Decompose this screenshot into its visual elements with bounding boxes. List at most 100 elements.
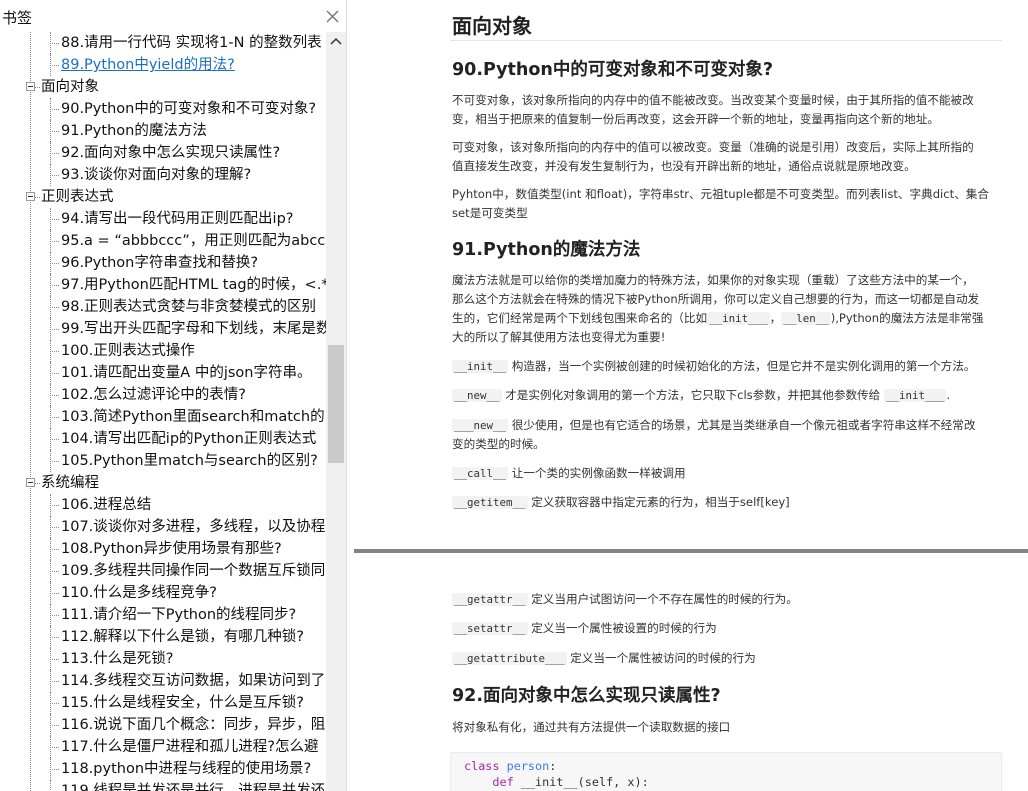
tree-connector [50, 571, 59, 572]
bookmark-item[interactable]: 97.用Python匹配HTML tag的时候，<.*> [0, 274, 326, 296]
bookmark-item[interactable]: 108.Python异步使用场景有那些? [0, 538, 326, 560]
tree-connector [50, 307, 59, 308]
bookmark-item[interactable]: 88.请用一行代码 实现将1-N 的整数列表 [0, 32, 326, 54]
tree-connector [50, 593, 59, 594]
bookmark-label: 93.谈谈你对面向对象的理解? [61, 167, 252, 183]
bookmark-section[interactable]: 面向对象 [0, 76, 326, 98]
bookmark-item[interactable]: 109.多线程共同操作同一个数据互斥锁同 [0, 560, 326, 582]
bookmark-label: 119.线程是并发还是并行，进程是并发还 [61, 783, 326, 791]
collapse-toggle-icon[interactable] [26, 192, 35, 201]
bookmark-item[interactable]: 93.谈谈你对面向对象的理解? [0, 164, 326, 186]
bookmark-label: 97.用Python匹配HTML tag的时候，<.*> [61, 277, 326, 293]
scroll-up-button[interactable] [326, 32, 346, 50]
code-line: class person: [464, 759, 556, 773]
bookmark-label: 117.什么是僵尸进程和孤儿进程?怎么避 [61, 739, 319, 755]
bookmark-label: 110.什么是多线程竞争? [61, 585, 217, 601]
bookmark-label: 面向对象 [41, 79, 99, 95]
bookmark-label: 96.Python字符串查找和替换? [61, 255, 259, 271]
paragraph: Pyhton中，数值类型(int 和float)，字符串str、元祖tuple都… [452, 187, 989, 201]
bookmark-item[interactable]: 119.线程是并发还是并行，进程是并发还 [0, 780, 326, 791]
bookmark-item[interactable]: 105.Python里match与search的区别? [0, 450, 326, 472]
inline-code: __call__ [452, 467, 509, 480]
bookmark-item[interactable]: 110.什么是多线程竞争? [0, 582, 326, 604]
paragraph: __getattribute___ 定义当一个属性被访问的时候的行为 [452, 649, 756, 668]
bookmark-item[interactable]: 106.进程总结 [0, 494, 326, 516]
panel-splitter[interactable] [346, 0, 354, 791]
bookmark-item[interactable]: 94.请写出一段代码用正则匹配出ip? [0, 208, 326, 230]
page: 面向对象 90.Python中的可变对象和不可变对象? 不可变对象，该对象所指向… [354, 0, 1028, 549]
bookmark-item[interactable]: 101.请匹配出变量A 中的json字符串。 [0, 362, 326, 384]
code-text: : [549, 759, 557, 773]
paragraph: __getattr__ 定义当用户试图访问一个不存在属性的时候的行为。 [452, 590, 798, 609]
bookmark-item[interactable]: 107.谈谈你对多进程，多线程，以及协程 [0, 516, 326, 538]
bookmark-item[interactable]: 100.正则表达式操作 [0, 340, 326, 362]
bookmark-label: 正则表达式 [41, 189, 114, 205]
tree-connector [50, 769, 59, 770]
bookmark-item[interactable]: 113.什么是死锁? [0, 648, 326, 670]
bookmark-item[interactable]: 103.简述Python里面search和match的区 [0, 406, 326, 428]
inline-code: __setattr__ [452, 622, 528, 635]
divider [450, 40, 1002, 41]
bookmark-label: 113.什么是死锁? [61, 651, 174, 667]
bookmark-item[interactable]: 104.请写出匹配ip的Python正则表达式 [0, 428, 326, 450]
tree-connector [50, 615, 59, 616]
bookmark-item[interactable]: 112.解释以下什么是锁，有哪几种锁? [0, 626, 326, 648]
tree-connector [50, 263, 59, 264]
paragraph: __new__ 才是实例化对象调用的第一个方法，它只取下cls参数，并把其他参数… [452, 386, 950, 405]
bookmark-item[interactable]: 111.请介绍一下Python的线程同步? [0, 604, 326, 626]
paragraph: __setattr__ 定义当一个属性被设置的时候的行为 [452, 619, 717, 638]
bookmark-label: 90.Python中的可变对象和不可变对象? [61, 101, 317, 117]
bookmark-label: 系统编程 [41, 475, 99, 491]
bookmark-item[interactable]: 118.python中进程与线程的使用场景? [0, 758, 326, 780]
bookmark-label: 118.python中进程与线程的使用场景? [61, 761, 312, 777]
bookmark-item[interactable]: 92.面向对象中怎么实现只读属性? [0, 142, 326, 164]
bookmark-label: 102.怎么过滤评论中的表情? [61, 387, 246, 403]
text: 定义当一个属性被设置的时候的行为 [531, 621, 717, 635]
bookmark-item[interactable]: 115.什么是线程安全，什么是互斥锁? [0, 692, 326, 714]
bookmark-section[interactable]: 正则表达式 [0, 186, 326, 208]
tree-connector [50, 329, 59, 330]
code-text: __init__(self, x): [513, 775, 649, 789]
text: 定义当一个属性被访问的时候的行为 [570, 651, 756, 665]
bookmark-label: 103.简述Python里面search和match的区 [61, 409, 326, 425]
paragraph: __init__ 构造器，当一个实例被创建的时候初始化的方法，但是它并不是实例化… [452, 357, 975, 376]
bookmark-item[interactable]: 102.怎么过滤评论中的表情? [0, 384, 326, 406]
question-91-title: 91.Python的魔法方法 [452, 240, 641, 260]
bookmark-item[interactable]: 114.多线程交互访问数据，如果访问到了 [0, 670, 326, 692]
paragraph: 变的类型的时候。 [452, 437, 545, 451]
bookmark-label: 95.a = “abbbccc”，用正则匹配为abccc [61, 233, 326, 249]
document-view[interactable]: 面向对象 90.Python中的可变对象和不可变对象? 不可变对象，该对象所指向… [354, 0, 1028, 791]
bookmarks-scrollbar[interactable] [326, 32, 346, 791]
inline-code: __getattribute___ [452, 652, 567, 665]
bookmark-item[interactable]: 116.说说下面几个概念：同步，异步，阻 [0, 714, 326, 736]
close-panel-button[interactable] [322, 3, 344, 29]
collapse-toggle-icon[interactable] [26, 478, 35, 487]
bookmarks-panel: 书签 88.请用一行代码 实现将1-N 的整数列表 89.Python中yield… [0, 0, 346, 791]
bookmark-label: 92.面向对象中怎么实现只读属性? [61, 145, 281, 161]
tree-connector [50, 549, 59, 550]
paragraph: ___new__ 很少使用，但是也有它适合的场景，尤其是当类继承自一个像元祖或者… [452, 416, 975, 435]
paragraph: __getitem__ 定义获取容器中指定元素的行为，相当于self[key] [452, 493, 790, 512]
tree-connector [50, 747, 59, 748]
bookmark-item[interactable]: 96.Python字符串查找和替换? [0, 252, 326, 274]
tree-connector [50, 285, 59, 286]
bookmark-section[interactable]: 系统编程 [0, 472, 326, 494]
tree-connector [50, 131, 59, 132]
chevron-up-icon [330, 37, 342, 45]
bookmark-item[interactable]: 95.a = “abbbccc”，用正则匹配为abccc [0, 230, 326, 252]
question-90-title: 90.Python中的可变对象和不可变对象? [452, 60, 774, 80]
bookmark-item[interactable]: 98.正则表达式贪婪与非贪婪模式的区别 [0, 296, 326, 318]
bookmark-item[interactable]: 99.写出开头匹配字母和下划线，末尾是数 [0, 318, 326, 340]
scrollbar-thumb[interactable] [328, 345, 344, 463]
tree-connector [50, 109, 59, 110]
bookmark-item[interactable]: 117.什么是僵尸进程和孤儿进程?怎么避 [0, 736, 326, 758]
code-block: class person: def __init__(self, x): [450, 752, 1002, 791]
bookmark-item[interactable]: 90.Python中的可变对象和不可变对象? [0, 98, 326, 120]
text: 才是实例化对象调用的第一个方法，它只取下cls参数，并把其他参数传给 [505, 388, 881, 402]
tree-connector [35, 87, 40, 88]
bookmark-item[interactable]: 89.Python中yield的用法? [0, 54, 326, 76]
bookmark-label: 116.说说下面几个概念：同步，异步，阻 [61, 717, 326, 733]
tree-connector [50, 395, 59, 396]
bookmark-item[interactable]: 91.Python的魔法方法 [0, 120, 326, 142]
collapse-toggle-icon[interactable] [26, 82, 35, 91]
